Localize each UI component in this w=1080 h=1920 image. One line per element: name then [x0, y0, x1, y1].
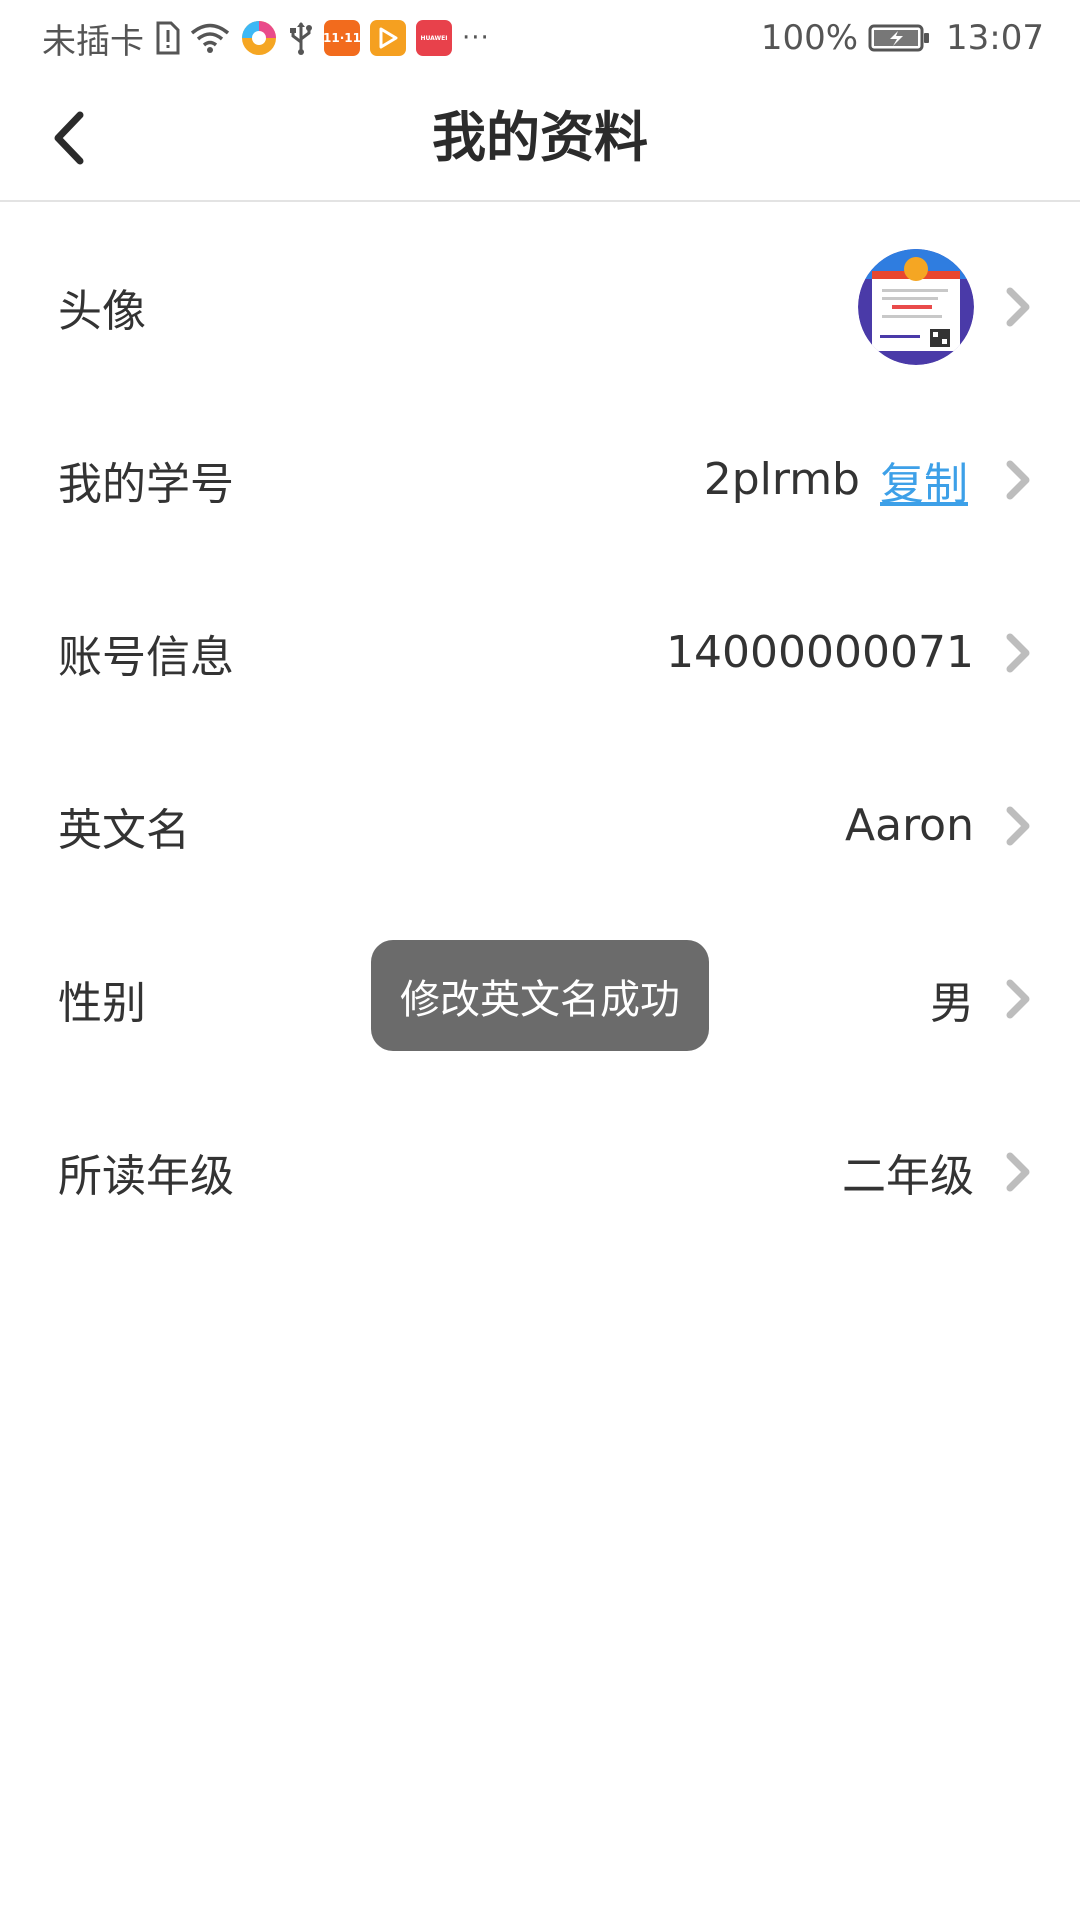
browser-app-icon: [240, 19, 278, 57]
row-label-student-id: 我的学号: [58, 458, 234, 510]
clock-time: 13:07: [946, 18, 1044, 58]
status-right: 100% 13:07: [761, 18, 1044, 58]
battery-icon: [868, 23, 930, 53]
chevron-right-icon: [1002, 978, 1032, 1020]
profile-row-avatar[interactable]: 头像: [0, 220, 1080, 393]
chevron-right-icon: [1002, 286, 1032, 328]
row-label-english-name: 英文名: [58, 804, 190, 856]
chevron-right-icon: [1002, 1151, 1032, 1193]
profile-row-english-name[interactable]: 英文名 Aaron: [0, 739, 1080, 912]
row-label-avatar: 头像: [58, 285, 146, 337]
copy-button[interactable]: 复制: [880, 448, 968, 512]
row-label-account: 账号信息: [58, 631, 234, 683]
more-notifications-icon: ···: [462, 23, 490, 53]
carrier-text: 未插卡: [42, 21, 144, 62]
status-bar: 未插卡 11·11 HUAWEI ··· 100% 13:07: [0, 0, 1080, 76]
student-id-value: 2plrmb: [703, 454, 860, 505]
usb-icon: [288, 20, 314, 56]
english-name-value: Aaron: [845, 800, 974, 851]
wifi-icon: [190, 22, 230, 54]
huawei-badge-text: HUAWEI: [420, 34, 448, 42]
account-value: 14000000071: [666, 627, 974, 678]
video-app-icon: [370, 20, 406, 56]
gender-value: 男: [930, 977, 974, 1029]
app-header: 我的资料: [0, 76, 1080, 202]
app-badge-text: 11·11: [323, 31, 361, 45]
toast-text: 修改英文名成功: [400, 976, 680, 1023]
status-left: 未插卡 11·11 HUAWEI ···: [42, 14, 490, 63]
chevron-right-icon: [1002, 805, 1032, 847]
shopping-app-icon: 11·11: [323, 20, 361, 56]
row-label-grade: 所读年级: [58, 1150, 234, 1202]
sim-alert-icon: [154, 21, 180, 55]
toast-message: 修改英文名成功: [371, 940, 709, 1051]
profile-row-student-id[interactable]: 我的学号 2plrmb 复制: [0, 393, 1080, 566]
profile-row-account[interactable]: 账号信息 14000000071: [0, 566, 1080, 739]
battery-percent: 100%: [760, 18, 859, 58]
huawei-appgallery-icon: HUAWEI: [416, 20, 452, 56]
chevron-right-icon: [1002, 632, 1032, 674]
grade-value: 二年级: [842, 1150, 974, 1202]
page-title: 我的资料: [432, 106, 648, 169]
avatar: [858, 248, 974, 365]
chevron-right-icon: [1002, 459, 1032, 501]
profile-row-grade[interactable]: 所读年级 二年级: [0, 1085, 1080, 1258]
